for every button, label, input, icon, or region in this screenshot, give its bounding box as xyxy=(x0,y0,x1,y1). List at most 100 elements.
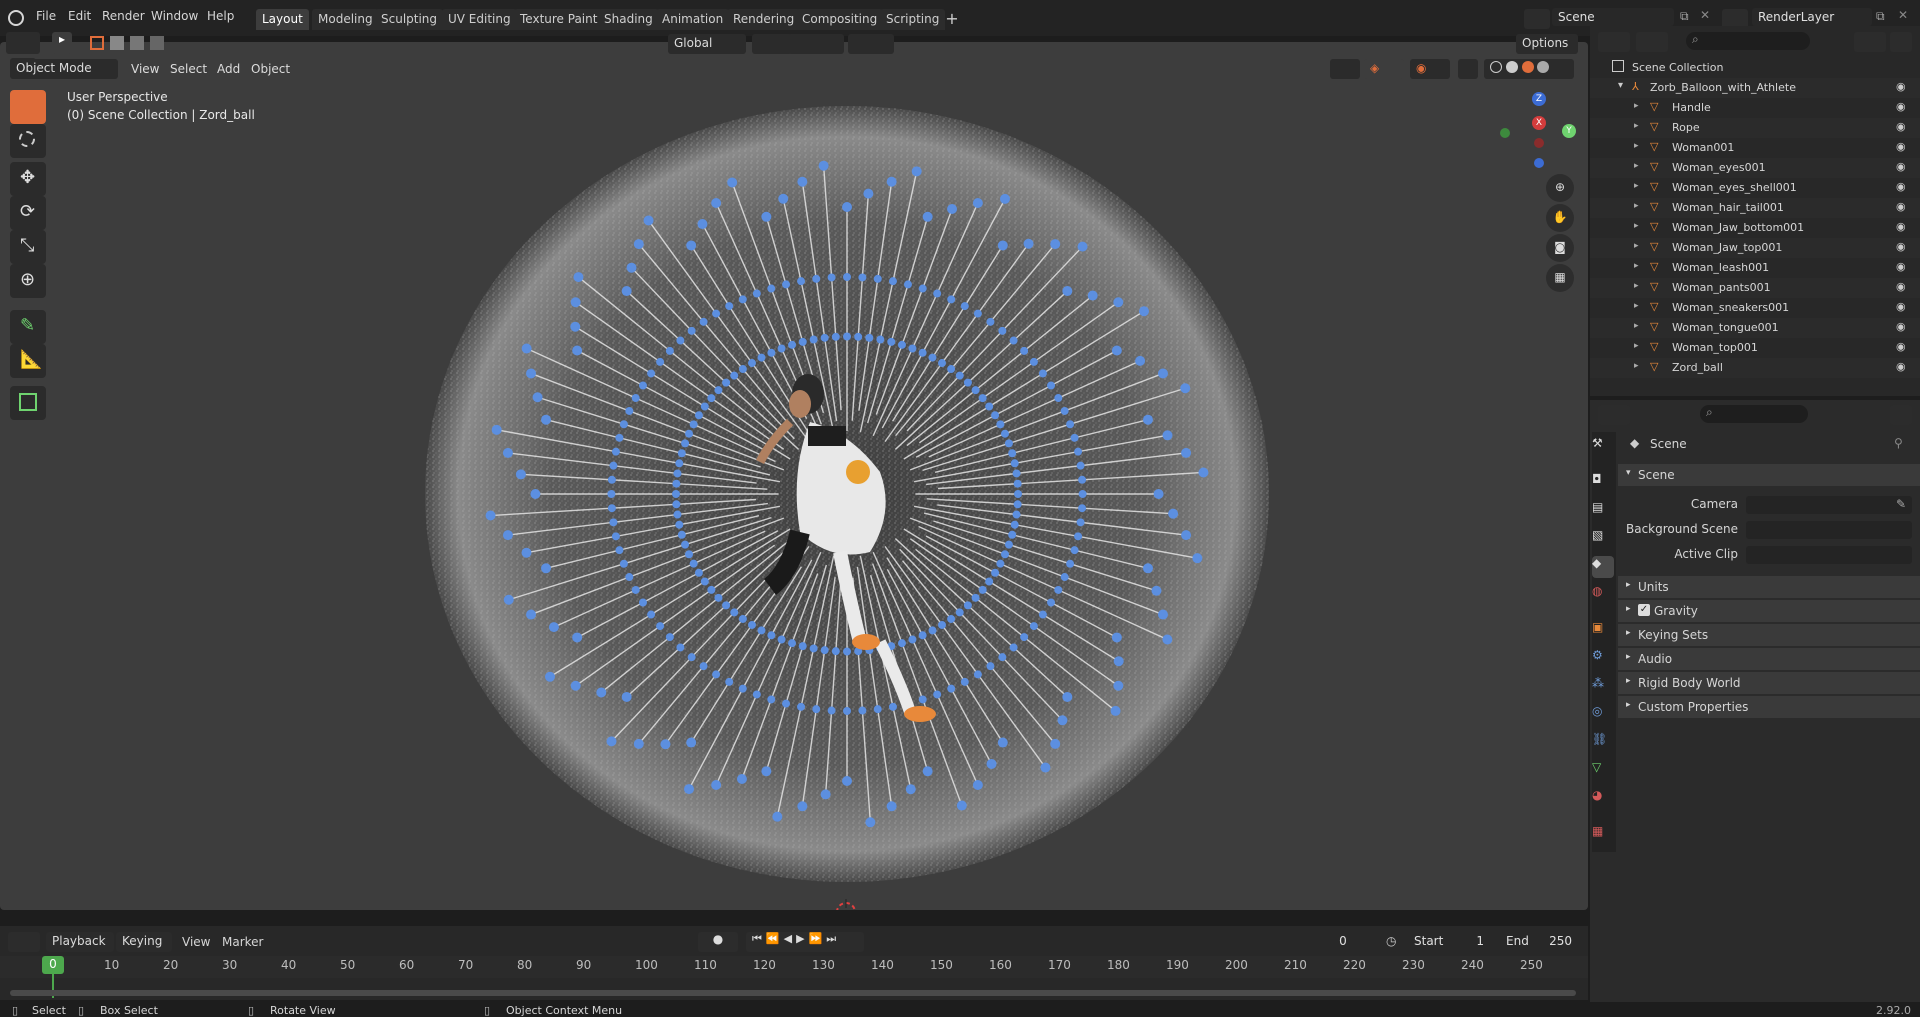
playhead-frame-indicator[interactable]: 0 xyxy=(42,956,64,974)
texture-tab-icon[interactable]: ▦ xyxy=(1592,824,1614,846)
pan-hand-icon[interactable]: ✋ xyxy=(1546,204,1574,232)
current-frame-field[interactable]: 0 xyxy=(1306,932,1380,950)
properties-options-icon[interactable] xyxy=(1890,405,1912,425)
visibility-eye-icon[interactable]: ◉ xyxy=(1896,300,1906,313)
scene-browse-icon[interactable] xyxy=(1524,9,1550,29)
select-tool-icon[interactable]: ▸ xyxy=(52,32,72,54)
outliner-collection[interactable]: ▾ ⅄ Zorb_Balloon_with_Athlete ◉ xyxy=(1590,78,1920,98)
expand-chevron-icon[interactable]: ▸ xyxy=(1634,201,1639,211)
playback-menu[interactable]: Playback xyxy=(46,932,114,952)
select-box-tool-icon[interactable] xyxy=(10,90,46,124)
tab-animation[interactable]: Animation xyxy=(656,9,730,30)
display-mode-icon[interactable] xyxy=(1636,32,1668,52)
visibility-eye-icon[interactable]: ◉ xyxy=(1896,340,1906,353)
new-collection-icon[interactable] xyxy=(1890,32,1912,52)
wireframe-shading-icon[interactable] xyxy=(1490,61,1502,73)
menu-edit[interactable]: Edit xyxy=(68,9,91,23)
visibility-eye-icon[interactable]: ◉ xyxy=(1896,240,1906,253)
outliner-item[interactable]: ▸ ▽ Woman_top001 ◉ xyxy=(1590,338,1920,358)
expand-chevron-icon[interactable]: ▸ xyxy=(1634,101,1639,111)
visibility-eye-icon[interactable]: ◉ xyxy=(1896,80,1906,93)
viewport-menu-select[interactable]: Select xyxy=(170,62,207,76)
rendered-shading-icon[interactable] xyxy=(1537,61,1550,73)
add-workspace-icon[interactable]: + xyxy=(942,9,962,29)
gizmo-x-axis[interactable]: X xyxy=(1532,116,1546,130)
expand-chevron-icon[interactable]: ▸ xyxy=(1634,141,1639,151)
tab-sculpting[interactable]: Sculpting xyxy=(375,9,444,30)
selection-mode-icons[interactable] xyxy=(90,36,176,52)
visibility-eye-icon[interactable]: ◉ xyxy=(1896,160,1906,173)
world-tab-icon[interactable]: ◍ xyxy=(1592,584,1614,606)
options-dropdown[interactable]: Options xyxy=(1516,34,1578,54)
play-reverse-icon[interactable]: ◀ xyxy=(784,932,796,945)
perspective-toggle-icon[interactable]: ▦ xyxy=(1546,264,1574,292)
tool-tab-icon[interactable]: ⚒ xyxy=(1592,436,1614,458)
play-icon[interactable]: ▶ xyxy=(796,932,808,945)
gravity-checkbox[interactable]: ✓ xyxy=(1638,604,1650,616)
playback-controls[interactable]: ⏮⏪◀▶⏩⏭ xyxy=(746,932,864,952)
outliner-editor-type-icon[interactable] xyxy=(1598,32,1630,52)
gizmo-toggle-icon[interactable]: ◈ xyxy=(1364,59,1404,79)
camera-view-icon[interactable]: ◙ xyxy=(1546,234,1574,262)
shading-mode-icons[interactable] xyxy=(1484,59,1574,79)
filter-icon[interactable] xyxy=(1854,32,1886,52)
active-clip-field[interactable] xyxy=(1746,546,1912,564)
outliner-item[interactable]: ▸ ▽ Woman_eyes_shell001 ◉ xyxy=(1590,178,1920,198)
gizmo-z-axis[interactable]: Z xyxy=(1532,92,1546,106)
scene-name-field[interactable]: Scene xyxy=(1552,8,1674,26)
add-cube-tool-icon[interactable] xyxy=(10,386,46,420)
jump-start-icon[interactable]: ⏮ xyxy=(752,932,766,945)
timeline-view-menu[interactable]: View xyxy=(182,935,210,949)
visibility-eye-icon[interactable]: ◉ xyxy=(1896,200,1906,213)
start-frame-field[interactable]: Start 1 xyxy=(1408,932,1492,950)
object-tab-icon[interactable]: ▣ xyxy=(1592,620,1614,642)
visibility-eye-icon[interactable]: ◉ xyxy=(1896,360,1906,373)
subpanel-header[interactable]: ▸ Audio xyxy=(1618,648,1920,670)
subpanel-header[interactable]: ▸ Units xyxy=(1618,576,1920,598)
expand-chevron-icon[interactable]: ▸ xyxy=(1634,121,1639,131)
snap-icon[interactable] xyxy=(788,34,844,54)
tab-layout[interactable]: Layout xyxy=(256,9,309,30)
outliner-item[interactable]: ▸ ▽ Woman_tongue001 ◉ xyxy=(1590,318,1920,338)
tab-uv-editing[interactable]: UV Editing xyxy=(442,9,517,30)
scale-tool-icon[interactable]: ⤡ xyxy=(10,230,46,264)
material-shading-icon[interactable] xyxy=(1521,61,1534,73)
expand-chevron-icon[interactable]: ▸ xyxy=(1634,241,1639,251)
solid-shading-icon[interactable] xyxy=(1505,61,1518,73)
outliner-scene-collection[interactable]: Scene Collection xyxy=(1590,58,1920,78)
overlays-toggle-icon[interactable]: ◉ xyxy=(1410,59,1450,79)
data-tab-icon[interactable]: ▽ xyxy=(1592,760,1614,782)
outliner-item[interactable]: ▸ ▽ Woman_Jaw_top001 ◉ xyxy=(1590,238,1920,258)
scene-panel-header[interactable]: ▾ Scene xyxy=(1618,464,1920,486)
subpanel-header[interactable]: ▸ Custom Properties xyxy=(1618,696,1920,718)
visibility-eye-icon[interactable]: ◉ xyxy=(1896,280,1906,293)
viewport-menu-view[interactable]: View xyxy=(131,62,159,76)
outliner-item[interactable]: ▸ ▽ Woman001 ◉ xyxy=(1590,138,1920,158)
modifier-tab-icon[interactable]: ⚙ xyxy=(1592,648,1614,670)
transform-tool-icon[interactable]: ⊕ xyxy=(10,264,46,298)
outliner-search-input[interactable]: ⌕ xyxy=(1686,32,1810,50)
blender-logo-icon[interactable] xyxy=(8,10,24,26)
viewport-menu-add[interactable]: Add xyxy=(217,62,240,76)
outliner-item[interactable]: ▸ ▽ Zord_ball ◉ xyxy=(1590,358,1920,378)
visibility-eye-icon[interactable]: ◉ xyxy=(1896,140,1906,153)
tab-rendering[interactable]: Rendering xyxy=(727,9,801,30)
gizmo-neg-y-dot[interactable] xyxy=(1500,128,1510,138)
background-scene-field[interactable] xyxy=(1746,521,1912,539)
expand-chevron-icon[interactable]: ▸ xyxy=(1634,361,1639,371)
timeline-editor-type-icon[interactable] xyxy=(8,932,40,952)
menu-help[interactable]: Help xyxy=(207,9,234,23)
menu-file[interactable]: File xyxy=(36,9,56,23)
record-keyframe-icon[interactable]: ● xyxy=(698,932,738,952)
outliner-item[interactable]: ▸ ▽ Rope ◉ xyxy=(1590,118,1920,138)
menu-render[interactable]: Render xyxy=(102,9,145,23)
delete-view-layer-icon[interactable]: ✕ xyxy=(1898,8,1908,22)
visibility-eye-icon[interactable]: ◉ xyxy=(1896,100,1906,113)
cursor-tool-icon[interactable] xyxy=(10,124,46,158)
timeline-marker-menu[interactable]: Marker xyxy=(222,935,263,949)
visibility-eye-icon[interactable]: ◉ xyxy=(1896,320,1906,333)
render-tab-icon[interactable]: ◘ xyxy=(1592,472,1614,494)
properties-editor-type-icon[interactable] xyxy=(1598,405,1630,425)
3d-viewport[interactable] xyxy=(0,42,1588,910)
prev-keyframe-icon[interactable]: ⏪ xyxy=(766,932,784,945)
